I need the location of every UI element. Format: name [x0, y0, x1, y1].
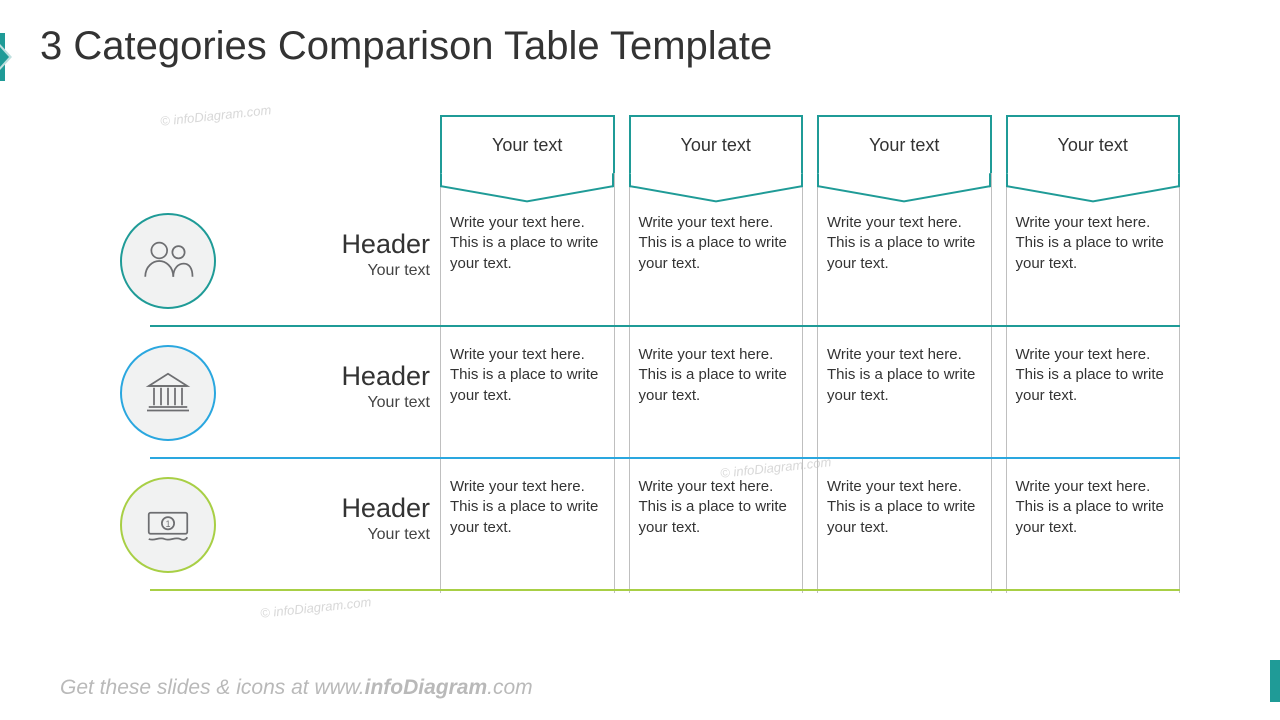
cell: Write your text here. This is a place to… — [440, 337, 615, 414]
table-row: Header Your text Write your text here. T… — [120, 327, 1180, 459]
column-header: Your text — [1006, 115, 1181, 173]
row-title: Header — [240, 229, 430, 260]
column-header-label: Your text — [869, 135, 939, 156]
cell: Write your text here. This is a place to… — [817, 205, 992, 282]
cell: Write your text here. This is a place to… — [817, 469, 992, 546]
row-title: Header — [240, 361, 430, 392]
row-cells: Write your text here. This is a place to… — [440, 205, 1180, 282]
page-title: 3 Categories Comparison Table Template — [40, 24, 772, 69]
cell: Write your text here. This is a place to… — [629, 469, 804, 546]
corner-accent — [1270, 660, 1280, 702]
rows: Header Your text Write your text here. T… — [120, 195, 1180, 591]
watermark: © infoDiagram.com — [160, 102, 272, 129]
row-header: Header Your text — [240, 229, 430, 280]
cell: Write your text here. This is a place to… — [629, 337, 804, 414]
row-title: Header — [240, 493, 430, 524]
row-subtitle: Your text — [240, 526, 430, 544]
table-row: 1 Header Your text Write your text here.… — [120, 459, 1180, 591]
column-header-label: Your text — [1058, 135, 1128, 156]
watermark: © infoDiagram.com — [260, 594, 372, 621]
row-underline — [150, 589, 1180, 591]
row-subtitle: Your text — [240, 262, 430, 280]
cell: Write your text here. This is a place to… — [1006, 469, 1181, 546]
row-icon-circle: 1 — [120, 477, 216, 573]
column-header: Your text — [440, 115, 615, 173]
cell: Write your text here. This is a place to… — [1006, 337, 1181, 414]
cell: Write your text here. This is a place to… — [629, 205, 804, 282]
row-icon-circle — [120, 213, 216, 309]
footer-brand: infoDiagram — [365, 676, 488, 699]
bank-icon — [140, 365, 196, 421]
column-header-label: Your text — [681, 135, 751, 156]
svg-text:1: 1 — [166, 519, 171, 529]
footer-prefix: Get these slides & icons at www. — [60, 676, 365, 699]
row-cells: Write your text here. This is a place to… — [440, 337, 1180, 414]
cell: Write your text here. This is a place to… — [440, 205, 615, 282]
column-header: Your text — [629, 115, 804, 173]
column-header: Your text — [817, 115, 992, 173]
column-headers: Your text Your text Your text Your text — [440, 115, 1180, 173]
row-cells: Write your text here. This is a place to… — [440, 469, 1180, 546]
footer-suffix: .com — [487, 676, 533, 699]
title-accent-notch-inner — [0, 47, 9, 67]
footer-credit: Get these slides & icons at www.infoDiag… — [60, 676, 533, 700]
row-subtitle: Your text — [240, 394, 430, 412]
row-header: Header Your text — [240, 493, 430, 544]
row-icon-circle — [120, 345, 216, 441]
row-header: Header Your text — [240, 361, 430, 412]
money-icon: 1 — [140, 497, 196, 553]
table-row: Header Your text Write your text here. T… — [120, 195, 1180, 327]
column-header-label: Your text — [492, 135, 562, 156]
cell: Write your text here. This is a place to… — [440, 469, 615, 546]
cell: Write your text here. This is a place to… — [1006, 205, 1181, 282]
people-icon — [140, 233, 196, 289]
cell: Write your text here. This is a place to… — [817, 337, 992, 414]
